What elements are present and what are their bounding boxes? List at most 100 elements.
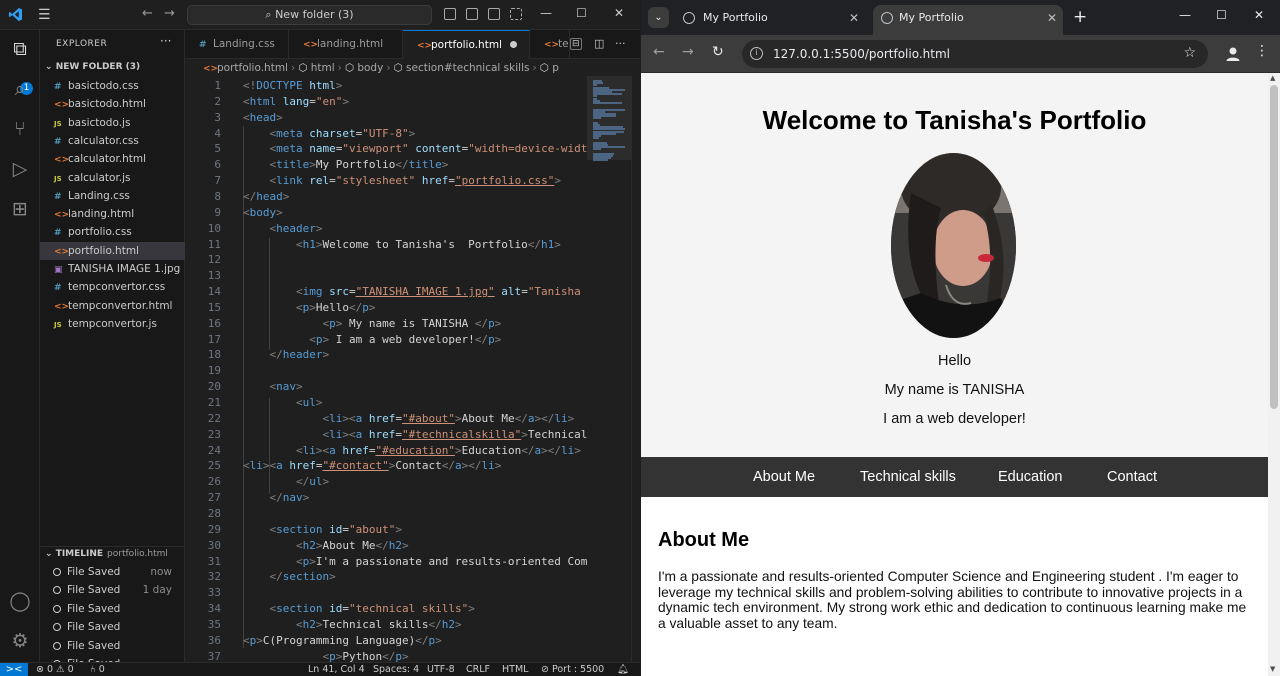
code-line[interactable]: 29 <section id="about">	[185, 522, 587, 538]
code-line[interactable]: 20 <nav>	[185, 379, 587, 395]
minimap[interactable]	[587, 76, 631, 662]
back-arrow-icon[interactable]: ←	[142, 6, 153, 21]
code-line[interactable]: 37 <p>Python</p>	[185, 649, 587, 662]
explorer-icon[interactable]: ⧉	[9, 38, 31, 60]
search-icon[interactable]: ⌕	[9, 78, 31, 100]
breadcrumb-item[interactable]: html	[311, 62, 335, 74]
tab-close-icon[interactable]: ✕	[849, 5, 859, 31]
code-line[interactable]: 21 <ul>	[185, 395, 587, 411]
notifications-bell-icon[interactable]: 🔔︎	[617, 663, 629, 676]
editor-scrollbar[interactable]	[631, 76, 640, 662]
file-item[interactable]: <>basictodo.html	[40, 95, 185, 113]
more-actions-icon[interactable]: ···	[160, 34, 171, 48]
profile-icon[interactable]	[1224, 45, 1242, 63]
code-line[interactable]: 17 <p> I am a web developer!</p>	[185, 332, 587, 348]
language-mode[interactable]: HTML	[502, 663, 528, 676]
split-editor-icon[interactable]: ◫	[594, 37, 604, 50]
code-line[interactable]: 12	[185, 252, 587, 268]
file-item[interactable]: # Landing.css	[40, 187, 185, 205]
code-line[interactable]: 7 <link rel="stylesheet" href="portfolio…	[185, 173, 587, 189]
scroll-down-arrow-icon[interactable]: ▼	[1270, 665, 1275, 673]
code-line[interactable]: 1 <!DOCTYPE html>	[185, 78, 587, 94]
nav-link-technical-skills[interactable]: Technical skills	[860, 457, 956, 497]
ports-status[interactable]: ⑃ 0	[90, 663, 105, 676]
file-item[interactable]: <>tempconvertor.html	[40, 297, 185, 315]
file-item[interactable]: JS tempconvertor.js	[40, 315, 185, 333]
forward-arrow-icon[interactable]: →	[682, 44, 694, 60]
code-line[interactable]: 34 <section id="technical skills">	[185, 601, 587, 617]
timeline-entry[interactable]: File Saved	[40, 618, 185, 636]
extensions-icon[interactable]: ⊞	[9, 198, 31, 220]
breadcrumb-item[interactable]: p	[552, 62, 559, 74]
file-item[interactable]: JS calculator.js	[40, 169, 185, 187]
maximize-icon[interactable]: ☐	[576, 6, 587, 20]
close-icon[interactable]: ✕	[1254, 8, 1264, 22]
nav-link-about[interactable]: About Me	[753, 457, 815, 497]
code-line[interactable]: 27 </nav>	[185, 490, 587, 506]
open-preview-icon[interactable]: ⊟	[570, 38, 582, 50]
new-tab-plus-icon[interactable]: +	[1073, 7, 1087, 27]
scroll-thumb[interactable]	[1270, 85, 1278, 409]
timeline-entry[interactable]: File Saved 1 day	[40, 581, 185, 599]
editor-more-icon[interactable]: ···	[615, 37, 626, 50]
file-item[interactable]: <>landing.html	[40, 205, 185, 223]
close-icon[interactable]: ✕	[614, 6, 624, 20]
settings-gear-icon[interactable]: ⚙	[9, 630, 31, 652]
timeline-entry[interactable]: File Saved	[40, 637, 185, 655]
code-line[interactable]: 13	[185, 268, 587, 284]
code-line[interactable]: 4 <meta charset="UTF-8">	[185, 126, 587, 142]
code-line[interactable]: 23 <li><a href="#technicalskilla">Techni…	[185, 427, 587, 443]
browser-tab-active[interactable]: My Portfolio ✕	[873, 5, 1063, 35]
maximize-icon[interactable]: ☐	[1216, 8, 1227, 22]
code-line[interactable]: 24 <li><a href="#education">Education</a…	[185, 443, 587, 459]
code-line[interactable]: 5 <meta name="viewport" content="width=d…	[185, 141, 587, 157]
code-editor[interactable]: 1 <!DOCTYPE html> 2 <html lang="en"> 3 <head>…	[185, 76, 587, 662]
run-debug-icon[interactable]: ▷	[9, 158, 31, 180]
file-item[interactable]: # portfolio.css	[40, 223, 185, 241]
code-line[interactable]: 3 <head>	[185, 110, 587, 126]
file-item[interactable]: # calculator.css	[40, 132, 185, 150]
address-bar[interactable]: i 127.0.0.1:5500/portfolio.html ☆	[742, 40, 1208, 68]
file-item[interactable]: ▣ TANISHA IMAGE 1.jpg	[40, 260, 185, 278]
indentation-status[interactable]: Spaces: 4	[373, 663, 419, 676]
code-line[interactable]: 10 <header>	[185, 221, 587, 237]
code-line[interactable]: 8 </head>	[185, 189, 587, 205]
chrome-menu-icon[interactable]: ⋮	[1255, 43, 1269, 59]
folder-header[interactable]: ⌄ NEW FOLDER (3)	[45, 62, 140, 72]
code-line[interactable]: 2 <html lang="en">	[185, 94, 587, 110]
file-item[interactable]: # basictodo.css	[40, 77, 185, 95]
toggle-secondary-sidebar-icon[interactable]	[488, 8, 500, 20]
breadcrumb-item[interactable]: portfolio.html	[217, 62, 288, 74]
forward-arrow-icon[interactable]: →	[164, 6, 175, 21]
code-line[interactable]: 33	[185, 585, 587, 601]
code-line[interactable]: 31 <p>I'm a passionate and results-orien…	[185, 554, 587, 570]
code-line[interactable]: 18 </header>	[185, 347, 587, 363]
command-center-search[interactable]: ⌕ New folder (3)	[187, 5, 432, 25]
site-info-icon[interactable]: i	[750, 47, 763, 60]
minimize-icon[interactable]: —	[1179, 8, 1191, 22]
toggle-sidebar-icon[interactable]	[444, 8, 456, 20]
account-icon[interactable]: ◯	[9, 590, 31, 612]
timeline-header[interactable]: ⌄ TIMELINE portfolio.html	[45, 549, 168, 559]
toggle-panel-icon[interactable]	[466, 8, 478, 20]
customize-layout-icon[interactable]	[510, 8, 522, 20]
tab-close-icon[interactable]: ✕	[1047, 5, 1057, 31]
breadcrumb-item[interactable]: body	[357, 62, 383, 74]
remote-indicator[interactable]: ><	[0, 663, 28, 676]
code-line[interactable]: 14 <img src="TANISHA IMAGE 1.jpg" alt="T…	[185, 284, 587, 300]
bookmark-star-icon[interactable]: ☆	[1183, 45, 1196, 61]
tab-search-chevron-icon[interactable]: ⌄	[648, 7, 669, 28]
code-line[interactable]: 19	[185, 363, 587, 379]
hamburger-menu-icon[interactable]: ☰	[38, 7, 51, 23]
back-arrow-icon[interactable]: ←	[653, 44, 665, 60]
code-line[interactable]: 9 <body>	[185, 205, 587, 221]
tab-file[interactable]: # Landing.css	[185, 30, 289, 59]
code-line[interactable]: 28	[185, 506, 587, 522]
timeline-entry[interactable]: File Saved now	[40, 563, 185, 581]
code-line[interactable]: 6 <title>My Portfolio</title>	[185, 157, 587, 173]
reload-icon[interactable]: ↻	[712, 44, 724, 60]
encoding-status[interactable]: UTF-8	[427, 663, 455, 676]
browser-tab[interactable]: My Portfolio ✕	[677, 5, 869, 35]
tab-file[interactable]: <>landing.html	[289, 30, 403, 59]
code-line[interactable]: 11 <h1>Welcome to Tanisha's Portfolio</h…	[185, 237, 587, 253]
